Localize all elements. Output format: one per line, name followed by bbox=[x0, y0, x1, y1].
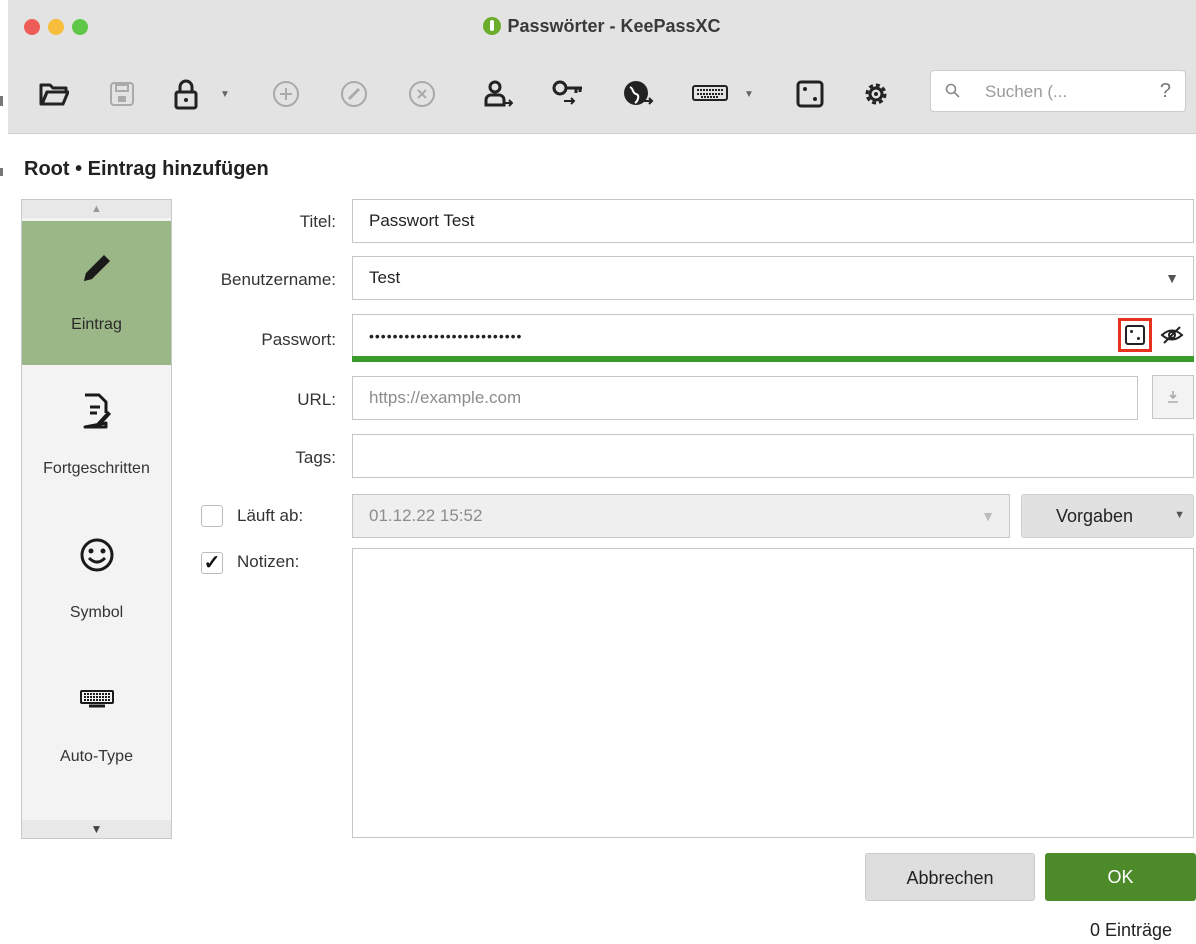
smiley-icon bbox=[80, 538, 113, 572]
ok-button[interactable]: OK bbox=[1045, 853, 1196, 901]
copy-username-icon[interactable] bbox=[478, 75, 518, 113]
cancel-button[interactable]: Abbrechen bbox=[865, 853, 1035, 901]
download-icon bbox=[1168, 391, 1178, 403]
password-strength-bar bbox=[352, 356, 1194, 362]
password-value: •••••••••••••••••••••••••• bbox=[369, 328, 523, 344]
expires-checkbox[interactable] bbox=[201, 505, 223, 527]
category-advanced[interactable]: Fortgeschritten bbox=[22, 365, 171, 509]
pencil-icon bbox=[83, 255, 110, 281]
tags-field[interactable] bbox=[352, 434, 1194, 478]
password-generator-icon[interactable] bbox=[790, 75, 830, 113]
keepassxc-logo-icon bbox=[483, 17, 502, 35]
category-autotype[interactable]: Auto-Type bbox=[22, 653, 171, 797]
url-field[interactable]: https://example.com bbox=[352, 376, 1138, 420]
keyboard-icon bbox=[79, 690, 114, 708]
scroll-down-button[interactable]: ▼ bbox=[22, 820, 171, 838]
notes-checkbox[interactable]: ✓ bbox=[201, 552, 223, 574]
password-field[interactable]: •••••••••••••••••••••••••• bbox=[352, 314, 1194, 358]
download-favicon-button[interactable] bbox=[1152, 375, 1194, 419]
save-database-icon[interactable] bbox=[102, 75, 142, 113]
document-edit-icon bbox=[83, 393, 111, 429]
expires-date-field[interactable]: 01.12.22 15:52 ▼ bbox=[352, 494, 1010, 538]
lock-database-icon[interactable] bbox=[166, 75, 206, 113]
category-list: ▲ Eintrag Fortgeschritten Symbol Auto-Ty… bbox=[21, 199, 172, 839]
settings-icon[interactable] bbox=[856, 75, 896, 113]
lock-dropdown-chevron-down-icon[interactable]: ▼ bbox=[220, 89, 230, 100]
left-edge-artifact bbox=[0, 168, 3, 176]
expires-label: Läuft ab: bbox=[237, 506, 304, 525]
edit-entry-icon[interactable] bbox=[334, 75, 374, 113]
presets-chevron-down-icon: ▼ bbox=[1174, 509, 1185, 521]
toggle-password-visibility-icon[interactable] bbox=[1160, 324, 1184, 351]
search-placeholder: Suchen (... bbox=[985, 82, 1068, 101]
open-database-icon[interactable] bbox=[34, 75, 74, 113]
window-title-text: Passwörter - KeePassXC bbox=[507, 16, 721, 36]
generate-password-icon[interactable] bbox=[1124, 324, 1146, 351]
delete-entry-icon[interactable] bbox=[402, 75, 442, 113]
status-entry-count: 0 Einträge bbox=[1089, 920, 1172, 940]
expires-dropdown-chevron-down-icon[interactable]: ▼ bbox=[981, 508, 995, 524]
copy-url-icon[interactable] bbox=[618, 75, 658, 113]
password-label: Passwort: bbox=[261, 330, 336, 349]
notes-label: Notizen: bbox=[237, 552, 300, 571]
category-label: Auto-Type bbox=[60, 748, 133, 765]
toolbar: ▼ ▼ Suchen (... ? bbox=[8, 56, 1196, 134]
category-label: Symbol bbox=[69, 604, 124, 621]
autotype-icon[interactable] bbox=[688, 75, 732, 113]
window-title: Passwörter - KeePassXC bbox=[8, 16, 1196, 37]
expires-date-value: 01.12.22 15:52 bbox=[369, 506, 483, 525]
search-input[interactable]: Suchen (... ? bbox=[930, 70, 1186, 112]
title-field[interactable]: Passwort Test bbox=[352, 199, 1194, 243]
breadcrumb: Root • Eintrag hinzufügen bbox=[24, 158, 269, 180]
username-dropdown-chevron-down-icon[interactable]: ▼ bbox=[1165, 270, 1179, 286]
username-label: Benutzername: bbox=[220, 270, 336, 289]
category-icon[interactable]: Symbol bbox=[22, 509, 171, 653]
search-help-button[interactable]: ? bbox=[1160, 80, 1171, 103]
username-field[interactable]: Test ▼ bbox=[352, 256, 1194, 300]
copy-password-icon[interactable] bbox=[548, 75, 588, 113]
title-label: Titel: bbox=[299, 212, 336, 231]
presets-label: Vorgaben bbox=[1056, 506, 1134, 526]
left-edge-artifact bbox=[0, 96, 3, 106]
tags-label: Tags: bbox=[295, 448, 336, 467]
notes-textarea[interactable] bbox=[352, 548, 1194, 838]
presets-dropdown[interactable]: Vorgaben ▼ bbox=[1021, 494, 1194, 538]
add-entry-icon[interactable] bbox=[266, 75, 306, 113]
username-value: Test bbox=[369, 268, 401, 287]
url-label: URL: bbox=[297, 390, 336, 409]
title-bar: Passwörter - KeePassXC bbox=[8, 0, 1196, 56]
autotype-dropdown-chevron-down-icon[interactable]: ▼ bbox=[744, 89, 754, 100]
search-icon bbox=[945, 83, 960, 98]
